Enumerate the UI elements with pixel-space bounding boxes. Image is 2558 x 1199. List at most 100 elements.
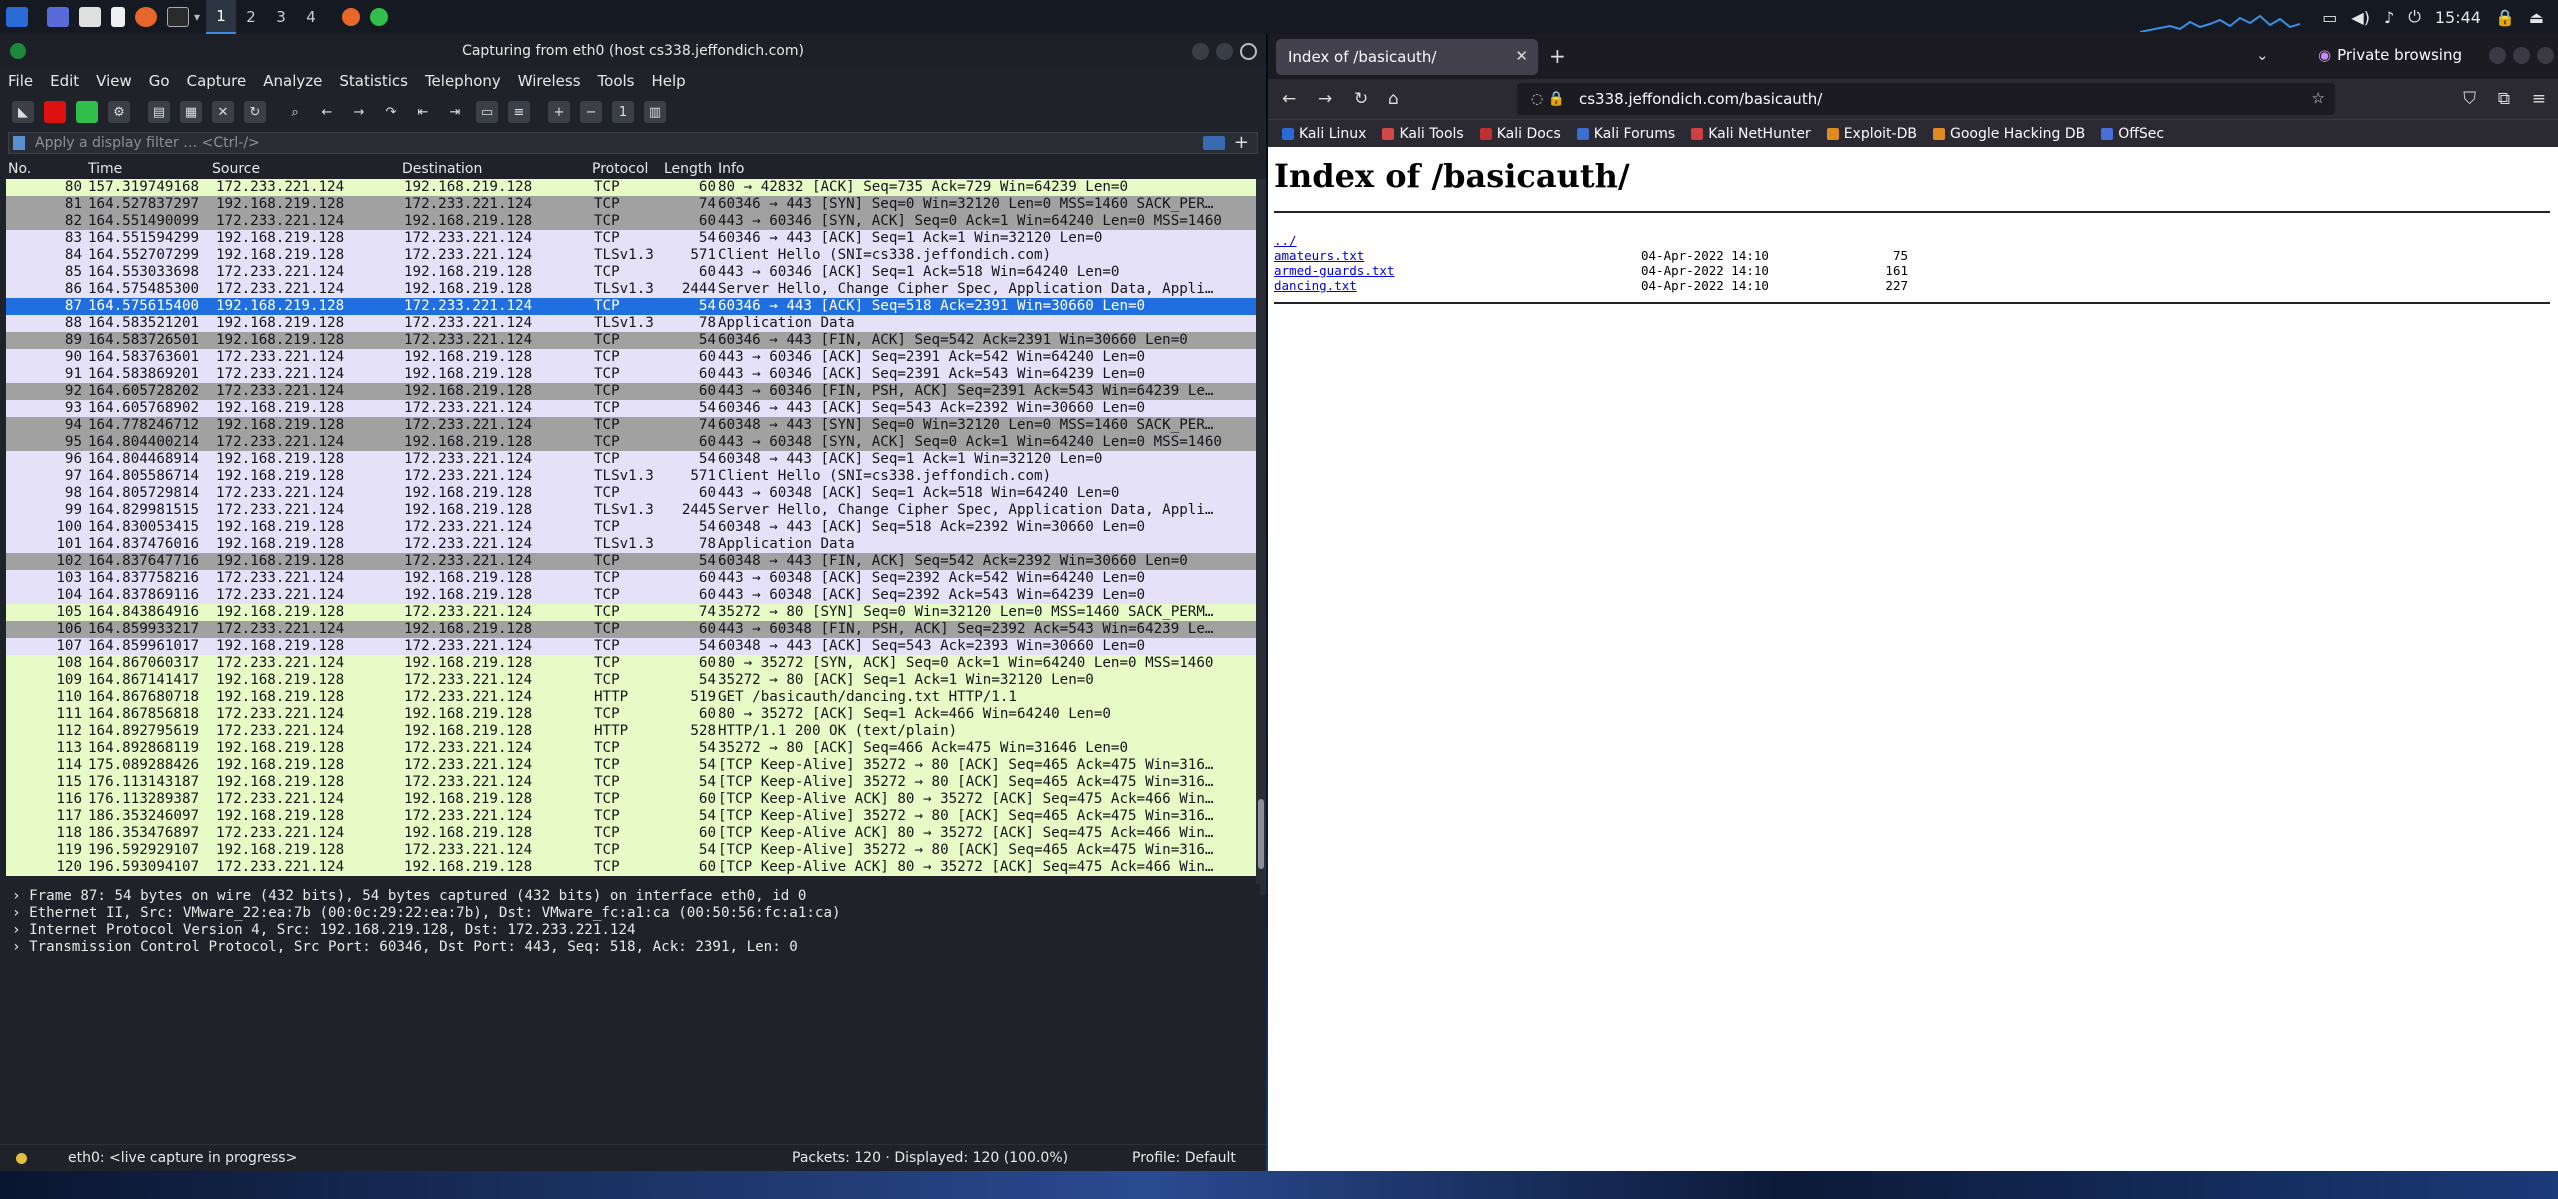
packet-row[interactable]: 92 164.605728202 172.233.221.124 192.168.21… xyxy=(6,383,1256,400)
menu-help[interactable]: Help xyxy=(651,72,685,90)
col-destination[interactable]: Destination xyxy=(402,161,482,177)
packet-row[interactable]: 107 164.859961017 192.168.219.128 172.233.2… xyxy=(6,638,1256,655)
packet-row[interactable]: 85 164.553033698 172.233.221.124 192.168.21… xyxy=(6,264,1256,281)
packet-row[interactable]: 104 164.837869116 172.233.221.124 192.168.2… xyxy=(6,587,1256,604)
packet-row[interactable]: 115 176.113143187 192.168.219.128 172.233.2… xyxy=(6,774,1256,791)
menu-capture[interactable]: Capture xyxy=(187,72,247,90)
bookmark-google-hacking-db[interactable]: Google Hacking DB xyxy=(1932,126,2085,142)
tab-basicauth[interactable]: Index of /basicauth/ ✕ xyxy=(1276,39,1538,75)
bookmark-kali-docs[interactable]: Kali Docs xyxy=(1479,126,1561,142)
packet-row[interactable]: 95 164.804400214 172.233.221.124 192.168.21… xyxy=(6,434,1256,451)
maximize-button[interactable] xyxy=(2513,47,2530,64)
go-to-packet-icon[interactable]: ↷ xyxy=(380,101,402,123)
bookmark-offsec[interactable]: OffSec xyxy=(2101,126,2164,142)
menu-analyze[interactable]: Analyze xyxy=(263,72,322,90)
packet-row[interactable]: 120 196.593094107 172.233.221.124 192.168.2… xyxy=(6,859,1256,876)
packet-row[interactable]: 89 164.583726501 192.168.219.128 172.233.22… xyxy=(6,332,1256,349)
save-file-icon[interactable]: ▦ xyxy=(180,101,202,123)
menu-edit[interactable]: Edit xyxy=(50,72,79,90)
packet-row[interactable]: 80 157.319749168 172.233.221.124 192.168.21… xyxy=(6,179,1256,196)
detail-frame[interactable]: › Frame 87: 54 bytes on wire (432 bits),… xyxy=(6,888,1260,905)
packet-row[interactable]: 82 164.551490099 172.233.221.124 192.168.21… xyxy=(6,213,1256,230)
home-icon[interactable]: ⌂ xyxy=(1388,89,1399,109)
minimize-button[interactable] xyxy=(2489,47,2506,64)
packet-row[interactable]: 117 186.353246097 192.168.219.128 172.233.2… xyxy=(6,808,1256,825)
close-tab-icon[interactable]: ✕ xyxy=(1515,47,1528,65)
packet-list-scrollbar[interactable] xyxy=(1256,179,1266,895)
extensions-icon[interactable]: ⧉ xyxy=(2498,89,2510,109)
menu-tools[interactable]: Tools xyxy=(598,72,635,90)
packet-row[interactable]: 83 164.551594299 192.168.219.128 172.233.22… xyxy=(6,230,1256,247)
packet-row[interactable]: 86 164.575485300 172.233.221.124 192.168.21… xyxy=(6,281,1256,298)
notification-bell-icon[interactable]: ♪ xyxy=(2384,8,2394,27)
url-bar[interactable]: ◌ 🔒 cs338.jeffondich.com/basicauth/ ☆ xyxy=(1517,83,2335,115)
maximize-button[interactable] xyxy=(1216,43,1233,60)
col-length[interactable]: Length xyxy=(664,161,712,177)
firefox-task-icon[interactable] xyxy=(342,8,361,26)
file-link-armed-guards[interactable]: armed-guards.txt xyxy=(1274,263,1394,278)
forward-icon[interactable]: → xyxy=(1318,89,1332,109)
detail-ip[interactable]: › Internet Protocol Version 4, Src: 192.… xyxy=(6,922,1260,939)
packet-row[interactable]: 84 164.552707299 192.168.219.128 172.233.22… xyxy=(6,247,1256,264)
file-manager-icon[interactable] xyxy=(79,7,101,27)
capture-options-icon[interactable]: ⚙ xyxy=(108,101,130,123)
packet-list[interactable]: No. Time Source Destination Protocol Len… xyxy=(6,160,1256,876)
packet-row[interactable]: 112 164.892795619 172.233.221.124 192.168.2… xyxy=(6,723,1256,740)
packet-row[interactable]: 102 164.837647716 192.168.219.128 172.233.2… xyxy=(6,553,1256,570)
terminal-icon[interactable] xyxy=(167,7,189,27)
packet-row[interactable]: 106 164.859933217 172.233.221.124 192.168.2… xyxy=(6,621,1256,638)
autoscroll-icon[interactable]: ▭ xyxy=(476,101,498,123)
packet-row[interactable]: 98 164.805729814 172.233.221.124 192.168.21… xyxy=(6,485,1256,502)
workspace-4[interactable]: 4 xyxy=(296,0,326,34)
workspace-1[interactable]: 1 xyxy=(206,0,237,34)
scrollbar-thumb[interactable] xyxy=(1258,799,1264,869)
detail-tcp[interactable]: › Transmission Control Protocol, Src Por… xyxy=(6,939,1260,956)
col-no[interactable]: No. xyxy=(8,161,31,177)
stop-capture-icon[interactable] xyxy=(44,101,66,123)
bookmark-exploit-db[interactable]: Exploit-DB xyxy=(1826,126,1917,142)
zoom-reset-icon[interactable]: 1 xyxy=(612,101,634,123)
menu-go[interactable]: Go xyxy=(149,72,170,90)
display-icon[interactable]: ▭ xyxy=(2322,8,2337,27)
go-forward-icon[interactable]: → xyxy=(348,101,370,123)
packet-row[interactable]: 100 164.830053415 192.168.219.128 172.233.2… xyxy=(6,519,1256,536)
bookmark-star-icon[interactable]: ☆ xyxy=(2312,89,2325,107)
packet-row[interactable]: 114 175.089288426 192.168.219.128 172.233.2… xyxy=(6,757,1256,774)
close-file-icon[interactable]: ✕ xyxy=(212,101,234,123)
go-back-icon[interactable]: ← xyxy=(316,101,338,123)
last-packet-icon[interactable]: ⇥ xyxy=(444,101,466,123)
menu-wireless[interactable]: Wireless xyxy=(518,72,581,90)
packet-row[interactable]: 109 164.867141417 192.168.219.128 172.233.2… xyxy=(6,672,1256,689)
packet-row[interactable]: 103 164.837758216 172.233.221.124 192.168.2… xyxy=(6,570,1256,587)
parent-dir-link[interactable]: ../ xyxy=(1274,233,1297,248)
open-file-icon[interactable]: ▤ xyxy=(148,101,170,123)
firefox-launcher-icon[interactable] xyxy=(135,7,157,27)
packet-row[interactable]: 99 164.829981515 172.233.221.124 192.168.21… xyxy=(6,502,1256,519)
zoom-out-icon[interactable]: − xyxy=(580,101,602,123)
kali-menu-icon[interactable] xyxy=(6,7,28,27)
find-packet-icon[interactable]: ⌕ xyxy=(284,101,306,123)
back-icon[interactable]: ← xyxy=(1282,89,1296,109)
menu-view[interactable]: View xyxy=(96,72,132,90)
packet-row[interactable]: 90 164.583763601 172.233.221.124 192.168.21… xyxy=(6,349,1256,366)
file-link-amateurs[interactable]: amateurs.txt xyxy=(1274,248,1364,263)
reload-file-icon[interactable]: ↻ xyxy=(244,101,266,123)
packet-row[interactable]: 81 164.527837297 192.168.219.128 172.233.22… xyxy=(6,196,1256,213)
workspace-2[interactable]: 2 xyxy=(236,0,266,34)
menu-statistics[interactable]: Statistics xyxy=(339,72,408,90)
packet-row[interactable]: 88 164.583521201 192.168.219.128 172.233.22… xyxy=(6,315,1256,332)
zoom-in-icon[interactable]: + xyxy=(548,101,570,123)
packet-row[interactable]: 119 196.592929107 192.168.219.128 172.233.2… xyxy=(6,842,1256,859)
packet-row[interactable]: 96 164.804468914 192.168.219.128 172.233.22… xyxy=(6,451,1256,468)
packet-row[interactable]: 111 164.867856818 172.233.221.124 192.168.2… xyxy=(6,706,1256,723)
app-menu-icon[interactable]: ≡ xyxy=(2532,89,2546,109)
close-window-button[interactable] xyxy=(2537,47,2554,64)
workspace-3[interactable]: 3 xyxy=(266,0,296,34)
display-filter-input[interactable]: Apply a display filter … <Ctrl-/> + xyxy=(8,132,1258,154)
power-icon[interactable]: ⏻ xyxy=(2408,7,2421,27)
reload-icon[interactable]: ↻ xyxy=(1354,89,1368,109)
logout-icon[interactable]: ⏏ xyxy=(2529,8,2544,27)
restart-capture-icon[interactable] xyxy=(76,101,98,123)
bookmark-kali-linux[interactable]: Kali Linux xyxy=(1282,126,1366,142)
resize-columns-icon[interactable]: ▥ xyxy=(644,101,666,123)
